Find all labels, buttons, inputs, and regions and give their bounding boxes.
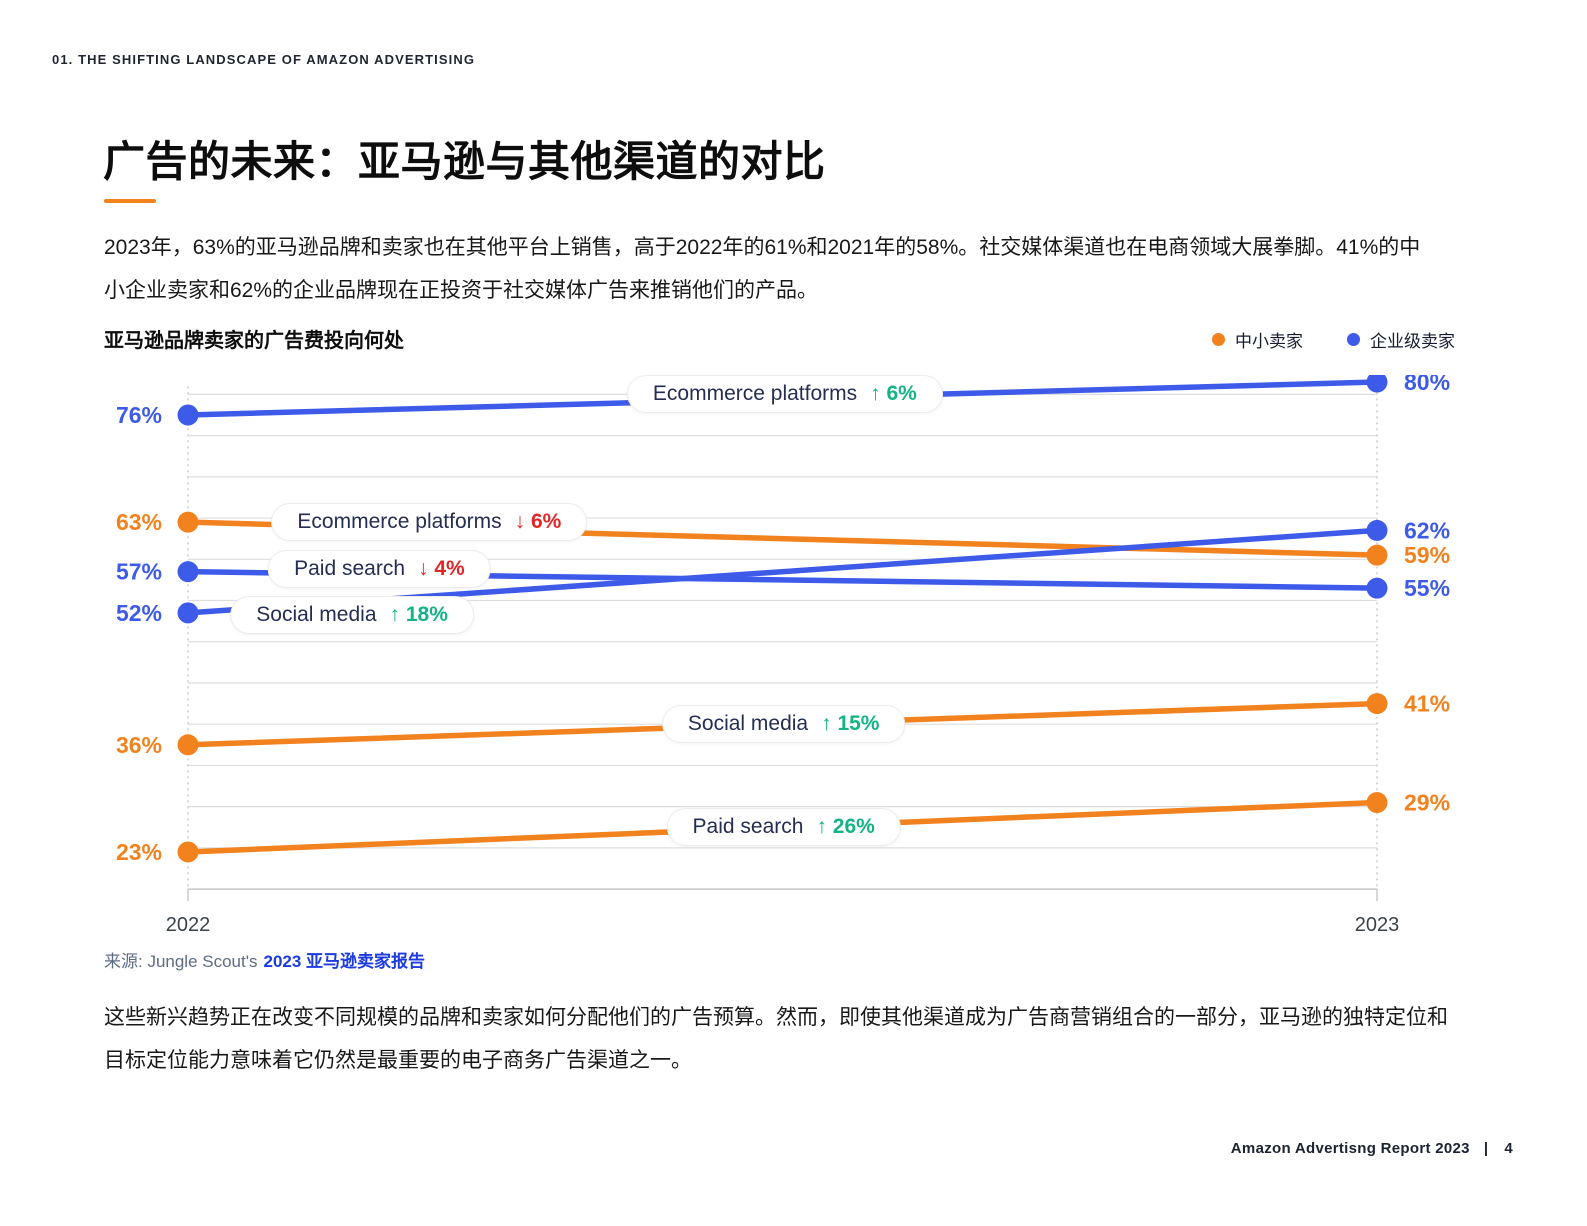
source-link[interactable]: 2023 亚马逊卖家报告 <box>263 952 425 971</box>
slope-chart: 2022 2023 76% 80% 63% 59% 57% 55% 52% 62% 36% 41% 23… <box>78 375 1558 935</box>
change-down-value: ↓ 6% <box>515 510 562 534</box>
annotation-pill: Social media ↑ 18% <box>230 596 474 634</box>
data-point-dot <box>178 841 199 862</box>
data-point-dot <box>1367 545 1388 566</box>
closing-paragraph: 这些新兴趋势正在改变不同规模的品牌和卖家如何分配他们的广告预算。然而，即使其他渠… <box>104 996 1454 1082</box>
data-point-dot <box>178 405 199 426</box>
slope-chart-svg: 2022 2023 76% 80% 63% 59% 57% 55% 52% 62% 36% 41% 23… <box>78 375 1558 935</box>
section-eyebrow: 01. THE SHIFTING LANDSCAPE OF AMAZON ADV… <box>52 52 475 67</box>
change-up-value: ↑ 18% <box>390 603 448 627</box>
value-label-left: 57% <box>116 559 162 585</box>
annotation-label: Paid search <box>693 815 804 839</box>
value-label-left: 63% <box>116 509 162 535</box>
value-label-right: 59% <box>1404 542 1450 568</box>
data-point-dot <box>178 734 199 755</box>
source-line: 来源: Jungle Scout's 2023 亚马逊卖家报告 <box>104 947 425 972</box>
change-up-value: ↑ 26% <box>816 815 874 839</box>
legend-dot-icon <box>1212 333 1225 346</box>
annotation-label: Ecommerce platforms <box>297 510 501 534</box>
annotation-label: Social media <box>688 712 808 736</box>
annotation-pill: Paid search ↑ 26% <box>667 808 901 846</box>
annotation-label: Ecommerce platforms <box>653 382 857 406</box>
change-up-value: ↑ 15% <box>821 712 879 736</box>
legend-dot-icon <box>1347 333 1360 346</box>
title-underline <box>104 199 156 203</box>
x-axis-label: 2022 <box>166 914 211 935</box>
value-label-left: 76% <box>116 402 162 428</box>
data-point-dot <box>1367 792 1388 813</box>
annotation-pill: Ecommerce platforms ↑ 6% <box>627 375 943 413</box>
page-title: 广告的未来：亚马逊与其他渠道的对比 <box>103 136 826 189</box>
value-label-right: 29% <box>1404 790 1450 816</box>
change-up-value: ↑ 6% <box>870 382 917 406</box>
chart-legend: 中小卖家 企业级卖家 <box>1212 327 1455 352</box>
footer-page-number: 4 <box>1504 1140 1513 1157</box>
legend-label: 中小卖家 <box>1235 327 1303 352</box>
legend-item: 企业级卖家 <box>1347 327 1455 352</box>
annotation-pill: Social media ↑ 15% <box>662 705 906 743</box>
data-point-dot <box>178 602 199 623</box>
data-point-dot <box>1367 375 1388 393</box>
annotation-label: Social media <box>256 603 376 627</box>
value-label-right: 62% <box>1404 517 1450 543</box>
chart-title: 亚马逊品牌卖家的广告费投向何处 <box>104 324 404 353</box>
legend-item: 中小卖家 <box>1212 327 1303 352</box>
legend-label: 企业级卖家 <box>1370 327 1455 352</box>
x-axis-label: 2023 <box>1355 914 1400 935</box>
intro-paragraph: 2023年，63%的亚马逊品牌和卖家也在其他平台上销售，高于2022年的61%和… <box>104 226 1424 312</box>
page-footer: Amazon Advertisng Report 2023 | 4 <box>1231 1140 1513 1157</box>
value-label-right: 55% <box>1404 575 1450 601</box>
value-label-right: 41% <box>1404 691 1450 717</box>
annotation-pill: Paid search ↓ 4% <box>268 550 491 588</box>
annotation-label: Paid search <box>294 557 405 581</box>
data-point-dot <box>1367 693 1388 714</box>
data-point-dot <box>1367 520 1388 541</box>
value-label-right: 80% <box>1404 375 1450 395</box>
footer-separator: | <box>1484 1140 1489 1157</box>
footer-report-title: Amazon Advertisng Report 2023 <box>1231 1140 1470 1157</box>
value-label-left: 36% <box>116 732 162 758</box>
data-point-dot <box>1367 578 1388 599</box>
value-label-left: 23% <box>116 839 162 865</box>
change-down-value: ↓ 4% <box>418 557 465 581</box>
report-page: 01. THE SHIFTING LANDSCAPE OF AMAZON ADV… <box>0 0 1587 1226</box>
source-prefix: 来源: Jungle Scout's <box>104 952 257 971</box>
annotation-pill: Ecommerce platforms ↓ 6% <box>271 503 587 541</box>
data-point-dot <box>178 561 199 582</box>
value-label-left: 52% <box>116 600 162 626</box>
data-point-dot <box>178 512 199 533</box>
